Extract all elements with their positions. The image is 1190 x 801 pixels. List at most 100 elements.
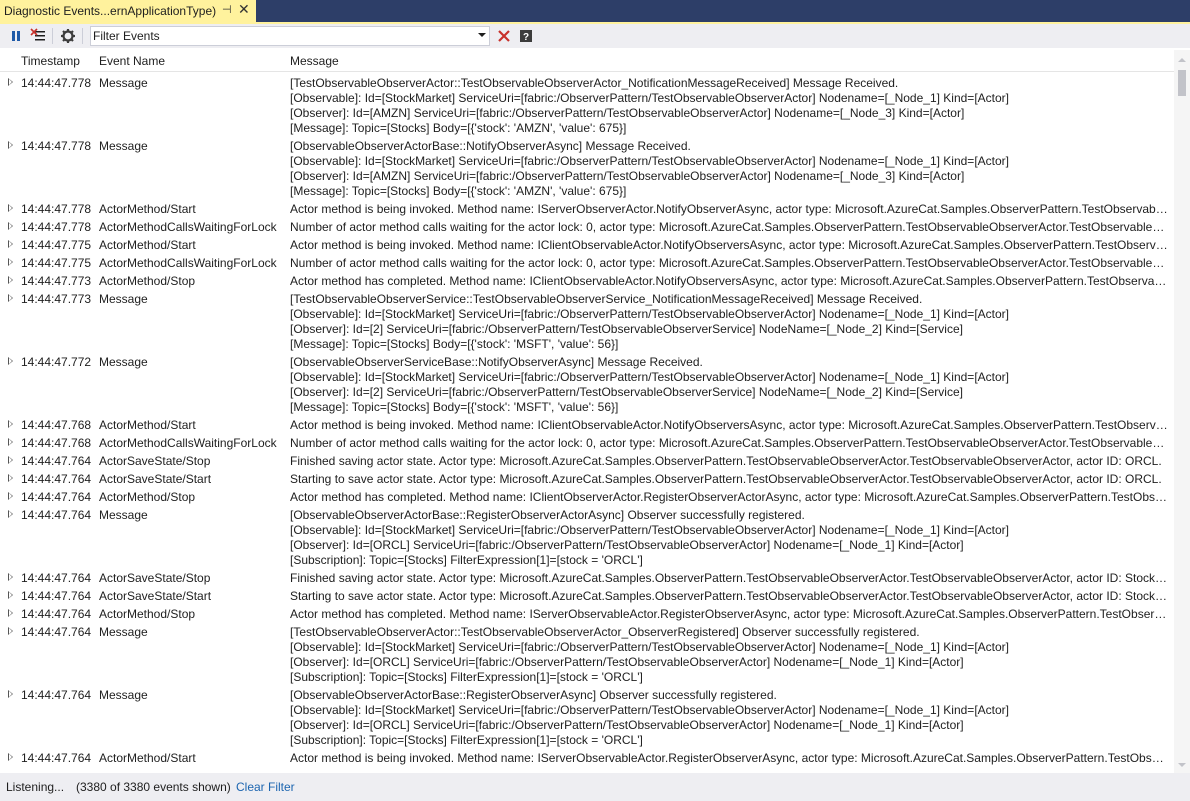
vertical-scrollbar[interactable] — [1174, 50, 1190, 773]
clear-events-button[interactable] — [28, 26, 48, 46]
table-row[interactable]: 14:44:47.764 ActorMethod/Stop Actor method… — [0, 606, 1174, 624]
expand-arrow-icon[interactable] — [8, 240, 13, 248]
expand-arrow-icon[interactable] — [8, 222, 13, 230]
expand-arrow-icon[interactable] — [8, 690, 13, 698]
scroll-down-arrow-icon[interactable] — [1178, 763, 1186, 767]
chevron-down-icon[interactable] — [478, 33, 486, 37]
message-line: Actor method is being invoked. Method na… — [290, 751, 1170, 765]
table-row[interactable]: 14:44:47.778 Message [ObservableObserverAc… — [0, 138, 1174, 201]
expand-arrow-icon[interactable] — [8, 627, 13, 635]
table-row[interactable]: 14:44:47.778 ActorMethod/Start Actor metho… — [0, 201, 1174, 219]
timestamp-cell: 14:44:47.778 — [21, 202, 92, 216]
table-row[interactable]: 14:44:47.773 ActorMethod/Stop Actor method… — [0, 273, 1174, 291]
expand-arrow-icon[interactable] — [8, 141, 13, 149]
message-line: [Observer]: Id=[AMZN] ServiceUri=[fabric… — [290, 169, 965, 183]
clear-filter-button[interactable] — [494, 26, 514, 46]
expand-arrow-icon[interactable] — [8, 357, 13, 365]
expand-arrow-icon[interactable] — [8, 294, 13, 302]
table-row[interactable]: 14:44:47.764 ActorMethod/Stop Actor method… — [0, 489, 1174, 507]
column-header-message[interactable]: Message — [290, 54, 339, 68]
table-row[interactable]: 14:44:47.778 Message [TestObservableObserv… — [0, 75, 1174, 138]
event-name-cell: Message — [99, 76, 148, 90]
message-line: [TestObservableObserverActor::TestObserv… — [290, 76, 899, 90]
message-line: Actor method has completed. Method name:… — [290, 490, 1170, 504]
expand-arrow-icon[interactable] — [8, 204, 13, 212]
scrollbar-thumb[interactable] — [1178, 70, 1186, 96]
message-line: Number of actor method calls waiting for… — [290, 256, 1170, 270]
table-row[interactable]: 14:44:47.764 ActorSaveState/Start Starting… — [0, 471, 1174, 489]
timestamp-cell: 14:44:47.764 — [21, 589, 92, 603]
message-line: [ObservableObserverActorBase::RegisterOb… — [290, 508, 805, 522]
expand-arrow-icon[interactable] — [8, 78, 13, 86]
message-cell: Number of actor method calls waiting for… — [290, 436, 1170, 451]
message-line: Starting to save actor state. Actor type… — [290, 589, 1170, 603]
message-cell: [ObservableObserverServiceBase::NotifyOb… — [290, 355, 1170, 415]
expand-arrow-icon[interactable] — [8, 276, 13, 284]
table-row[interactable]: 14:44:47.778 ActorMethodCallsWaitingForLo… — [0, 219, 1174, 237]
message-cell: Finished saving actor state. Actor type:… — [290, 454, 1170, 469]
message-cell: Finished saving actor state. Actor type:… — [290, 571, 1170, 586]
message-cell: Starting to save actor state. Actor type… — [290, 589, 1170, 604]
event-name-cell: ActorSaveState/Stop — [99, 571, 211, 585]
column-header-event-name[interactable]: Event Name — [99, 54, 165, 68]
table-row[interactable]: 14:44:47.764 Message [TestObservableObserv… — [0, 624, 1174, 687]
table-row[interactable]: 14:44:47.775 ActorMethod/Start Actor metho… — [0, 237, 1174, 255]
table-row[interactable]: 14:44:47.764 ActorSaveState/Start Starting… — [0, 588, 1174, 606]
message-line: [Observable]: Id=[StockMarket] ServiceUr… — [290, 640, 1009, 654]
settings-button[interactable] — [58, 26, 78, 46]
expand-arrow-icon[interactable] — [8, 438, 13, 446]
expand-arrow-icon[interactable] — [8, 474, 13, 482]
pause-button[interactable] — [6, 26, 26, 46]
message-line: [Observer]: Id=[ORCL] ServiceUri=[fabric… — [290, 718, 964, 732]
expand-arrow-icon[interactable] — [8, 591, 13, 599]
expand-arrow-icon[interactable] — [8, 510, 13, 518]
table-row[interactable]: 14:44:47.768 ActorMethod/Start Actor metho… — [0, 417, 1174, 435]
table-row[interactable]: 14:44:47.775 ActorMethodCallsWaitingForLo… — [0, 255, 1174, 273]
expand-arrow-icon[interactable] — [8, 420, 13, 428]
events-grid: Timestamp Event Name Message 14:44:47.77… — [0, 50, 1190, 773]
message-line: Starting to save actor state. Actor type… — [290, 472, 1162, 486]
message-line: Actor method is being invoked. Method na… — [290, 238, 1170, 252]
close-icon[interactable]: ✕ — [238, 1, 250, 18]
expand-arrow-icon[interactable] — [8, 753, 13, 761]
clear-events-icon — [30, 28, 45, 41]
timestamp-cell: 14:44:47.778 — [21, 220, 92, 234]
event-name-cell: ActorMethod/Stop — [99, 274, 196, 288]
expand-arrow-icon[interactable] — [8, 492, 13, 500]
tab-diagnostic-events[interactable]: Diagnostic Events...ernApplicationType) … — [0, 0, 256, 22]
expand-arrow-icon[interactable] — [8, 258, 13, 266]
scroll-up-arrow-icon[interactable] — [1178, 58, 1186, 62]
timestamp-cell: 14:44:47.772 — [21, 355, 92, 369]
table-row[interactable]: 14:44:47.772 Message [ObservableObserverSe… — [0, 354, 1174, 417]
message-cell: [ObservableObserverActorBase::RegisterOb… — [290, 688, 1170, 748]
message-line: [Observer]: Id=[ORCL] ServiceUri=[fabric… — [290, 538, 964, 552]
filter-events-combobox[interactable]: Filter Events — [90, 26, 490, 46]
filter-events-input[interactable]: Filter Events — [93, 29, 160, 43]
message-line: Actor method is being invoked. Method na… — [290, 418, 1170, 432]
message-line: [ObservableObserverServiceBase::NotifyOb… — [290, 355, 703, 369]
table-row[interactable]: 14:44:47.764 ActorSaveState/Stop Finished … — [0, 453, 1174, 471]
clear-filter-link[interactable]: Clear Filter — [236, 780, 295, 794]
timestamp-cell: 14:44:47.768 — [21, 436, 92, 450]
table-row[interactable]: 14:44:47.764 ActorMethod/Start Actor metho… — [0, 750, 1174, 768]
message-cell: [ObservableObserverActorBase::NotifyObse… — [290, 139, 1170, 199]
message-line: Actor method has completed. Method name:… — [290, 607, 1170, 621]
pin-icon[interactable]: ⊣ — [222, 3, 232, 16]
table-row[interactable]: 14:44:47.764 Message [ObservableObserverAc… — [0, 507, 1174, 570]
expand-arrow-icon[interactable] — [8, 456, 13, 464]
toolbar-separator — [52, 28, 53, 44]
table-row[interactable]: 14:44:47.773 Message [TestObservableObserv… — [0, 291, 1174, 354]
timestamp-cell: 14:44:47.768 — [21, 418, 92, 432]
column-header-timestamp[interactable]: Timestamp — [21, 54, 80, 68]
table-row[interactable]: 14:44:47.764 ActorSaveState/Stop Finished … — [0, 570, 1174, 588]
expand-arrow-icon[interactable] — [8, 573, 13, 581]
timestamp-cell: 14:44:47.764 — [21, 490, 92, 504]
expand-arrow-icon[interactable] — [8, 609, 13, 617]
message-line: [ObservableObserverActorBase::NotifyObse… — [290, 139, 691, 153]
table-row[interactable]: 14:44:47.768 ActorMethodCallsWaitingForLo… — [0, 435, 1174, 453]
events-shown-count: (3380 of 3380 events shown) — [76, 780, 231, 794]
timestamp-cell: 14:44:47.764 — [21, 751, 92, 765]
table-row[interactable]: 14:44:47.764 Message [ObservableObserverAc… — [0, 687, 1174, 750]
event-name-cell: ActorMethodCallsWaitingForLock — [99, 436, 277, 450]
help-button[interactable]: ? — [516, 26, 536, 46]
